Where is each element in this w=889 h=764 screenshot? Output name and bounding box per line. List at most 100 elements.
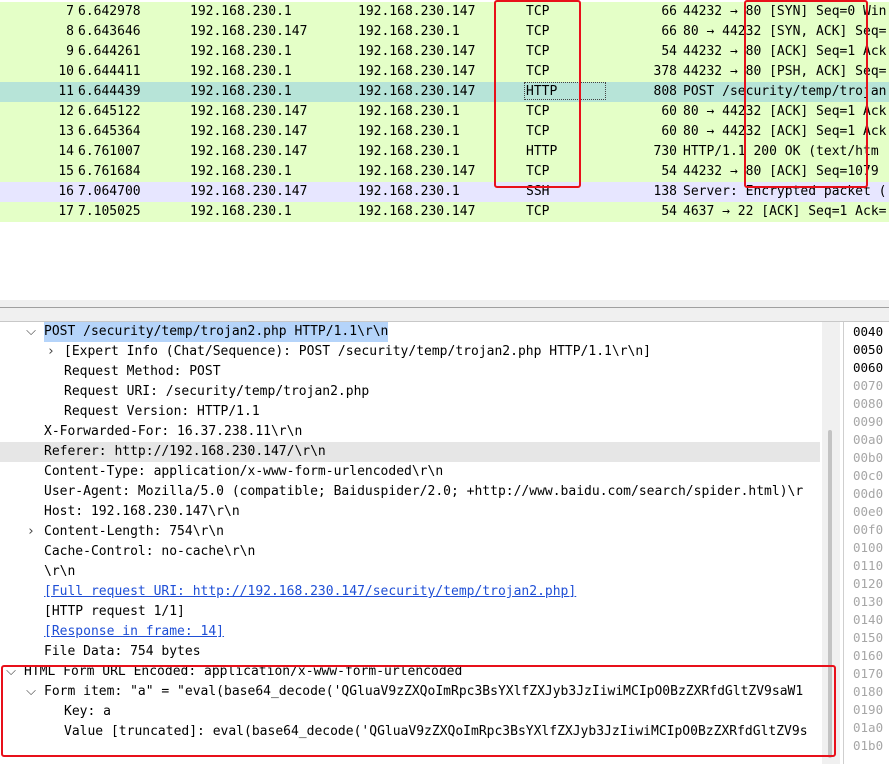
protocol-cell: TCP: [526, 204, 550, 219]
full-request-uri-link[interactable]: [Full request URI: http://192.168.230.14…: [44, 582, 576, 602]
packet-row[interactable]: 17 7.105025 192.168.230.1 192.168.230.147 TC…: [0, 202, 889, 222]
hex-bytes-pane[interactable]: 0040 0050 0060 0070 0080 0090 00a0 00b0 00c0 00d0…: [843, 322, 889, 764]
request-version-label: Request Version: HTTP/1.1: [64, 404, 260, 419]
pane-splitter[interactable]: [0, 300, 889, 322]
frame-number-cell: 14: [58, 144, 74, 159]
chevron-right-icon[interactable]: ›: [44, 342, 58, 362]
source-address-cell: 192.168.230.1: [190, 164, 292, 179]
frame-time-cell: 6.761684: [78, 164, 141, 179]
hex-offset: 00b0: [853, 450, 884, 465]
content-type-row[interactable]: Content-Type: application/x-www-form-url…: [0, 462, 820, 482]
frame-time-cell: 6.644411: [78, 64, 141, 79]
hex-offset: 0110: [853, 558, 884, 573]
hex-offset: 0100: [853, 540, 884, 555]
hex-offset: 01b0: [853, 738, 884, 753]
frame-length-cell: 378: [653, 64, 677, 79]
request-method-row[interactable]: Request Method: POST: [0, 362, 820, 382]
frame-length-cell: 138: [653, 184, 677, 199]
frame-time-cell: 6.761007: [78, 144, 141, 159]
destination-address-cell: 192.168.230.1: [358, 124, 460, 139]
hex-offset: 0060: [853, 360, 884, 375]
source-address-cell: 192.168.230.1: [190, 84, 292, 99]
full-request-uri-row[interactable]: [Full request URI: http://192.168.230.14…: [0, 582, 820, 602]
frame-number-cell: 9: [66, 44, 74, 59]
frame-number-cell: 15: [58, 164, 74, 179]
crlf-row[interactable]: \r\n: [0, 562, 820, 582]
frame-time-cell: 6.642978: [78, 4, 141, 19]
content-length-row[interactable]: › Content-Length: 754\r\n: [0, 522, 820, 542]
frame-time-cell: 6.644439: [78, 84, 141, 99]
referer-label: Referer: http://192.168.230.147/\r\n: [44, 444, 326, 459]
file-data-label: File Data: 754 bytes: [44, 644, 201, 659]
frame-length-cell: 66: [661, 4, 677, 19]
source-address-cell: 192.168.230.1: [190, 4, 292, 19]
chevron-right-icon[interactable]: ›: [24, 522, 38, 542]
frame-length-cell: 54: [661, 44, 677, 59]
frame-number-cell: 8: [66, 24, 74, 39]
frame-number-cell: 11: [58, 84, 74, 99]
source-address-cell: 192.168.230.147: [190, 104, 308, 119]
frame-time-cell: 6.645364: [78, 124, 141, 139]
frame-length-cell: 60: [661, 104, 677, 119]
frame-time-cell: 6.645122: [78, 104, 141, 119]
destination-address-cell: 192.168.230.1: [358, 24, 460, 39]
x-forwarded-for-row[interactable]: X-Forwarded-For: 16.37.238.11\r\n: [0, 422, 820, 442]
source-address-cell: 192.168.230.147: [190, 144, 308, 159]
destination-address-cell: 192.168.230.147: [358, 4, 476, 19]
destination-address-cell: 192.168.230.1: [358, 104, 460, 119]
hex-offset: 00d0: [853, 486, 884, 501]
hex-offset: 00c0: [853, 468, 884, 483]
x-forwarded-for-label: X-Forwarded-For: 16.37.238.11\r\n: [44, 424, 303, 439]
hex-offset: 0140: [853, 612, 884, 627]
user-agent-row[interactable]: User-Agent: Mozilla/5.0 (compatible; Bai…: [0, 482, 820, 502]
hex-offset: 0040: [853, 324, 884, 339]
annotation-form-data-box: [1, 665, 836, 757]
expert-info-row[interactable]: › [Expert Info (Chat/Sequence): POST /se…: [0, 342, 820, 362]
source-address-cell: 192.168.230.147: [190, 24, 308, 39]
request-uri-row[interactable]: Request URI: /security/temp/trojan2.php: [0, 382, 820, 402]
info-cell: 4637 → 22 [ACK] Seq=1 Ack=: [683, 204, 887, 219]
frame-number-cell: 13: [58, 124, 74, 139]
frame-time-cell: 7.064700: [78, 184, 141, 199]
frame-length-cell: 60: [661, 124, 677, 139]
hex-offset: 0090: [853, 414, 884, 429]
content-length-label: Content-Length: 754\r\n: [44, 524, 225, 539]
destination-address-cell: 192.168.230.147: [358, 164, 476, 179]
request-uri-label: Request URI: /security/temp/trojan2.php: [64, 384, 370, 399]
request-line-label: POST /security/temp/trojan2.php HTTP/1.1…: [44, 322, 389, 342]
host-row[interactable]: Host: 192.168.230.147\r\n: [0, 502, 820, 522]
chevron-down-icon[interactable]: ⌵: [24, 322, 38, 342]
hex-offset: 0160: [853, 648, 884, 663]
source-address-cell: 192.168.230.1: [190, 204, 292, 219]
frame-number-cell: 16: [58, 184, 74, 199]
cache-control-row[interactable]: Cache-Control: no-cache\r\n: [0, 542, 820, 562]
frame-length-cell: 54: [661, 204, 677, 219]
destination-address-cell: 192.168.230.147: [358, 64, 476, 79]
destination-address-cell: 192.168.230.147: [358, 44, 476, 59]
referer-row[interactable]: Referer: http://192.168.230.147/\r\n: [0, 442, 820, 462]
hex-offset: 0130: [853, 594, 884, 609]
destination-address-cell: 192.168.230.147: [358, 84, 476, 99]
host-label: Host: 192.168.230.147\r\n: [44, 504, 240, 519]
hex-offset: 00e0: [853, 504, 884, 519]
http-request-line-row[interactable]: ⌵ POST /security/temp/trojan2.php HTTP/1…: [0, 322, 820, 342]
destination-address-cell: 192.168.230.1: [358, 184, 460, 199]
response-in-frame-link[interactable]: [Response in frame: 14]: [44, 622, 224, 642]
splitter-line: [0, 307, 889, 308]
frame-length-cell: 54: [661, 164, 677, 179]
destination-address-cell: 192.168.230.1: [358, 144, 460, 159]
request-version-row[interactable]: Request Version: HTTP/1.1: [0, 402, 820, 422]
hex-offset: 00f0: [853, 522, 884, 537]
hex-offset: 00a0: [853, 432, 884, 447]
user-agent-label: User-Agent: Mozilla/5.0 (compatible; Bai…: [44, 484, 804, 499]
hex-offset: 0180: [853, 684, 884, 699]
response-in-frame-row[interactable]: [Response in frame: 14]: [0, 622, 820, 642]
http-request-count-row[interactable]: [HTTP request 1/1]: [0, 602, 820, 622]
annotation-ports-box: [744, 0, 868, 188]
file-data-row[interactable]: File Data: 754 bytes: [0, 642, 820, 662]
hex-offset: 0170: [853, 666, 884, 681]
frame-number-cell: 10: [58, 64, 74, 79]
frame-length-cell: 808: [653, 84, 677, 99]
expert-info-label: [Expert Info (Chat/Sequence): POST /secu…: [64, 344, 651, 359]
source-address-cell: 192.168.230.1: [190, 64, 292, 79]
